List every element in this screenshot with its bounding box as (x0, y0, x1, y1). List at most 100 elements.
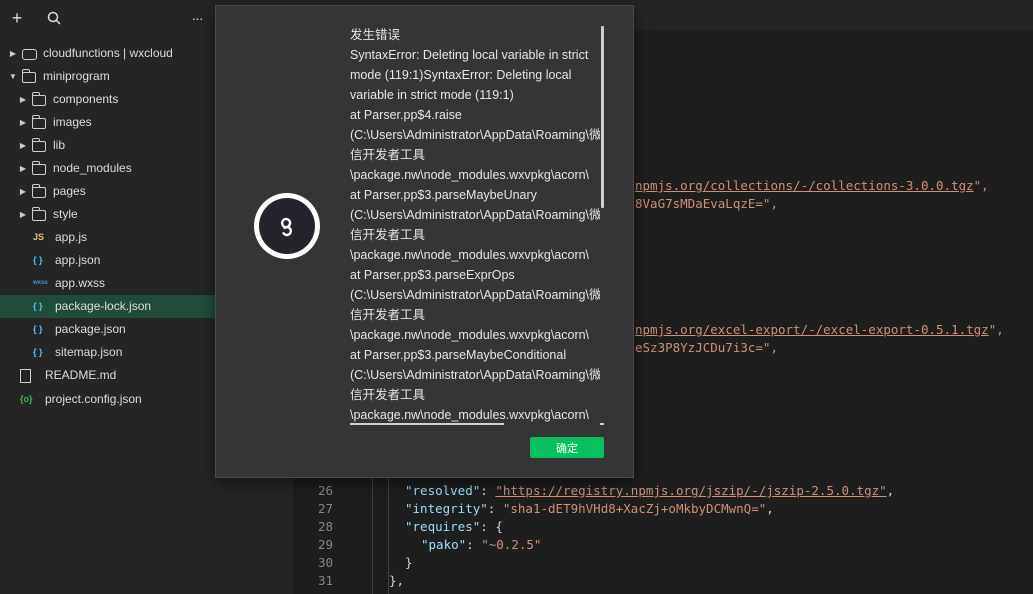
code-token: , (766, 501, 774, 516)
error-line: \package.nw\node_modules.wxvpkg\acorn\ (350, 328, 590, 342)
code-string: 8VaG7sMDaEvaLqzE=", (635, 196, 778, 211)
tree-item-label: app.json (55, 253, 101, 267)
code-string: npmjs.org/excel-export/-/excel-export-0.… (635, 322, 989, 337)
tree-item-label: lib (53, 138, 66, 152)
error-line: at Parser.pp$3.parseMaybeConditional (350, 348, 567, 362)
mini-program-logo-icon (254, 193, 320, 259)
ok-button[interactable]: 确定 (530, 437, 604, 458)
error-line: mode (119:1)SyntaxError: Deleting local (350, 68, 572, 82)
code-content: "requires": { (405, 518, 503, 536)
chevron-right-icon[interactable]: ▶ (18, 134, 28, 157)
code-line-fragment: eSz3P8YzJCDu7i3c=", (635, 339, 778, 357)
line-number: 28 (317, 519, 333, 534)
code-string: npmjs.org/collections/-/collections-3.0.… (635, 178, 974, 193)
line-number: 31 (317, 573, 333, 588)
chevron-down-icon[interactable]: ▼ (8, 65, 18, 88)
code-string: eSz3P8YzJCDu7i3c=", (635, 340, 778, 355)
error-line: \package.nw\node_modules.wxvpkg\acorn\ (350, 168, 590, 182)
code-token: "requires" (405, 519, 481, 534)
tree-item-label: app.js (55, 230, 88, 244)
chevron-right-icon[interactable]: ▶ (18, 111, 28, 134)
code-line: 30} (293, 554, 1033, 572)
code-token: "pako" (421, 537, 467, 552)
error-title: 发生错误 (350, 28, 401, 42)
message-horizontal-scrollbar[interactable] (350, 423, 504, 425)
code-token: : (466, 537, 482, 552)
code-content: } (405, 554, 413, 572)
line-number: 29 (317, 537, 333, 552)
code-line: 31}, (293, 572, 1033, 590)
chevron-right-icon[interactable]: ▶ (18, 157, 28, 180)
cloud-folder-icon (22, 46, 37, 61)
chevron-right-icon[interactable]: ▶ (18, 88, 28, 111)
json-file-icon: { } (33, 324, 43, 334)
folder-icon (32, 207, 46, 222)
code-punct: ", (988, 322, 1004, 337)
json-file-icon: { } (33, 255, 43, 265)
message-scrollbar[interactable] (601, 26, 604, 208)
error-line: at Parser.pp$3.parseMaybeUnary (350, 188, 537, 202)
error-line: SyntaxError: Deleting local variable in … (350, 48, 589, 62)
code-line: 29 "pako": "~0.2.5" (293, 536, 1033, 554)
tree-item-label: node_modules (53, 161, 132, 175)
folder-icon (32, 138, 46, 153)
code-token: } (405, 555, 413, 570)
wxss-file-icon: wxss (33, 280, 48, 286)
config-file-icon: {o} (20, 394, 33, 404)
tree-item-label: app.wxss (55, 276, 106, 290)
folder-icon (32, 115, 46, 130)
error-line: (C:\Users\Administrator\AppData\Roaming\… (350, 368, 600, 382)
code-token: : (480, 519, 496, 534)
tree-item-label: components (53, 92, 119, 106)
line-number: 26 (317, 483, 333, 498)
error-line: 信开发者工具 (350, 148, 426, 162)
tree-item-label: project.config.json (45, 392, 142, 406)
json-file-icon: { } (33, 301, 43, 311)
code-token: "resolved" (405, 483, 481, 498)
tree-item-label: sitemap.json (55, 345, 123, 359)
error-line: \package.nw\node_modules.wxvpkg\acorn\ (350, 248, 590, 262)
tree-item-label: pages (53, 184, 86, 198)
code-token: : (480, 483, 496, 498)
chevron-right-icon[interactable]: ▶ (18, 203, 28, 226)
tree-item-label: README.md (45, 368, 117, 382)
code-token: { (495, 519, 503, 534)
code-token: "integrity" (405, 501, 488, 516)
error-line: \package.nw\node_modules.wxvpkg\acorn\ (350, 408, 590, 422)
error-line: (C:\Users\Administrator\AppData\Roaming\… (350, 208, 600, 222)
tree-item-label: cloudfunctions | wxcloud (43, 46, 173, 60)
error-line: 信开发者工具 (350, 308, 426, 322)
code-token: "sha1-dET9hVHd8+XacZj+oMkbyDCMwnQ=" (502, 501, 767, 516)
code-line: 27 "integrity": "sha1-dET9hVHd8+XacZj+oMk… (293, 500, 1033, 518)
chevron-right-icon[interactable]: ▶ (8, 42, 18, 65)
code-line-fragment: npmjs.org/collections/-/collections-3.0.… (635, 177, 989, 195)
code-content: "resolved": "https://registry.npmjs.org/… (405, 482, 894, 500)
error-message: 发生错误 SyntaxError: Deleting local variable… (350, 25, 600, 423)
error-line: at Parser.pp$3.parseExprOps (350, 268, 515, 282)
more-icon[interactable]: ··· (185, 6, 209, 30)
tree-item-label: package.json (55, 322, 126, 336)
code-content: "pako": "~0.2.5" (421, 536, 541, 554)
error-line: 信开发者工具 (350, 228, 426, 242)
add-icon[interactable]: + (5, 6, 29, 30)
search-icon[interactable] (42, 6, 66, 30)
error-line: 信开发者工具 (350, 388, 426, 402)
folder-icon (32, 184, 46, 199)
code-line: 26 "resolved": "https://registry.npmjs.or… (293, 482, 1033, 500)
code-punct: ", (973, 178, 989, 193)
tree-item-label: package-lock.json (55, 299, 152, 313)
chevron-right-icon[interactable]: ▶ (18, 180, 28, 203)
scrollbar-corner (600, 423, 604, 425)
error-line: (C:\Users\Administrator\AppData\Roaming\… (350, 128, 600, 142)
folder-icon (22, 69, 36, 84)
code-line: 28 "requires": { (293, 518, 1033, 536)
json-file-icon: { } (33, 347, 43, 357)
tree-item-label: miniprogram (43, 69, 110, 83)
error-dialog: 发生错误 SyntaxError: Deleting local variable… (215, 5, 634, 478)
error-line: (C:\Users\Administrator\AppData\Roaming\… (350, 288, 600, 302)
code-content: }, (389, 572, 404, 590)
tree-item-label: style (53, 207, 78, 221)
code-token: , (886, 483, 895, 498)
error-line: variable in strict mode (119:1) (350, 88, 514, 102)
error-line: at Parser.pp$4.raise (350, 108, 462, 122)
